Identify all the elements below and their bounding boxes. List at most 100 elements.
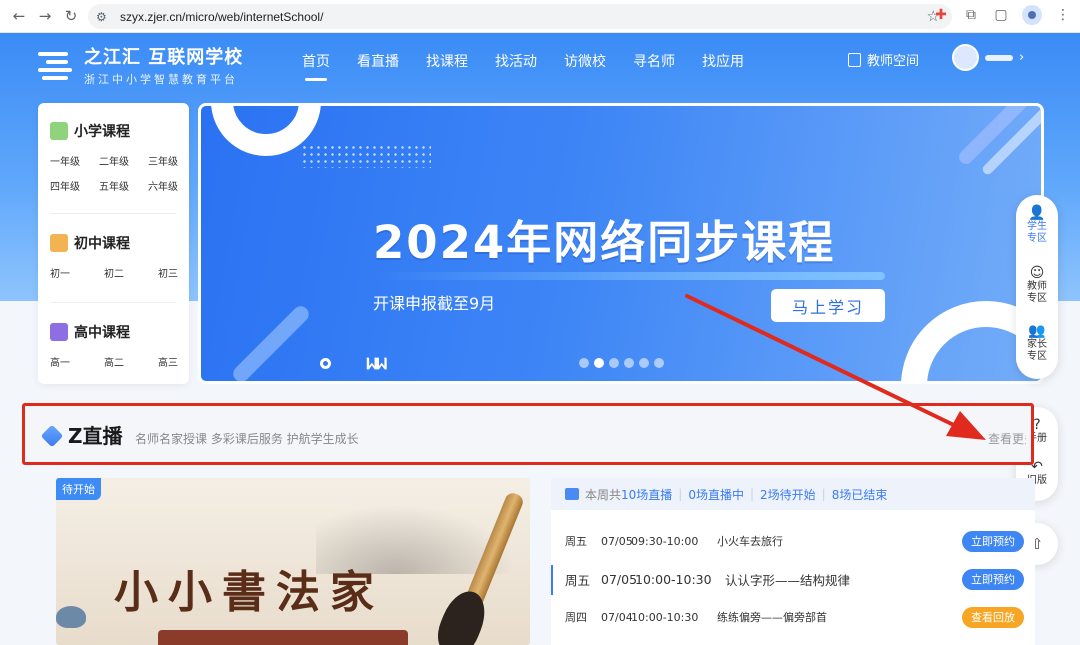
grade-link[interactable]: 高三 xyxy=(135,354,178,369)
schedule-row[interactable]: 周四 07/04 10:00-10:30 练练偏旁——偏旁部首 查看回放 xyxy=(551,599,1035,635)
user-name-masked xyxy=(985,54,1013,61)
course-title: 小小書法家 xyxy=(114,567,384,618)
reload-icon[interactable]: ↻ xyxy=(58,3,84,29)
row-title: 认认字形——结构规律 xyxy=(725,572,851,588)
live-schedule: 本周共10场直播 | 0场直播中 | 2场待开始 | 8场已结束 周五 07/0… xyxy=(551,478,1035,645)
forward-icon[interactable]: → xyxy=(32,3,58,29)
teacher-space-icon xyxy=(848,52,861,67)
learn-now-button[interactable]: 马上学习 xyxy=(771,289,885,322)
schedule-row-current[interactable]: 周五 07/05 10:00-10:30 认认字形——结构规律 立即预约 xyxy=(551,561,1035,597)
main-nav: 首页 看直播 找课程 找活动 访微校 寻名师 找应用 xyxy=(302,51,744,81)
decor-circle xyxy=(320,358,331,369)
live-summary-icon xyxy=(565,488,579,500)
bird-illustration xyxy=(56,606,86,628)
puzzle-icon[interactable]: ⧉ xyxy=(962,6,980,24)
teacher-zone-label: 教师专区 xyxy=(1027,281,1047,304)
row-time: 10:00-10:30 xyxy=(631,610,699,624)
grade-link[interactable]: 二年级 xyxy=(93,153,136,168)
user-menu[interactable]: › xyxy=(952,44,1024,71)
carousel-dot[interactable] xyxy=(624,358,634,368)
address-bar[interactable]: ⚙ szyx.zjer.cn/micro/web/internetSchool/… xyxy=(88,4,952,29)
page: 之江汇 互联网学校 浙江中小学智慧教育平台 首页 看直播 找课程 找活动 访微校… xyxy=(0,33,1080,645)
teacher-zone[interactable]: ☺ 教师专区 xyxy=(1016,265,1058,305)
summary-total: 10场直播 xyxy=(621,487,673,502)
summary-live: 0场直播中 xyxy=(688,487,744,502)
nav-courses[interactable]: 找课程 xyxy=(426,51,468,81)
teacher-space-label: 教师空间 xyxy=(867,54,920,69)
zlive-diamond-icon xyxy=(40,424,64,448)
row-date: 07/04 xyxy=(601,610,633,624)
zlive-title[interactable]: Z直播 xyxy=(68,420,123,449)
category-title[interactable]: 初中课程 xyxy=(74,233,130,253)
grade-link[interactable]: 六年级 xyxy=(135,178,178,193)
replay-button[interactable]: 查看回放 xyxy=(962,606,1024,628)
divider xyxy=(50,213,176,214)
chevron-right-icon: › xyxy=(1019,50,1025,65)
row-day: 周四 xyxy=(565,611,587,624)
grade-link[interactable]: 一年级 xyxy=(50,153,93,168)
category-card: 小学课程 一年级 二年级 三年级 四年级 五年级 六年级 初中课程 初一 初二 … xyxy=(38,103,189,384)
decor-bar xyxy=(229,302,313,381)
course-footer-bar xyxy=(158,630,408,645)
divider xyxy=(50,302,176,303)
nav-activities[interactable]: 找活动 xyxy=(495,51,537,81)
senior-book-icon xyxy=(50,323,68,341)
schedule-summary: 本周共10场直播 | 0场直播中 | 2场待开始 | 8场已结束 xyxy=(551,478,1035,510)
reserve-button[interactable]: 立即预约 xyxy=(962,568,1024,590)
profile-icon[interactable] xyxy=(1022,5,1042,25)
browser-toolbar: ← → ↻ ⚙ szyx.zjer.cn/micro/web/internetS… xyxy=(0,0,1080,33)
hero-banner[interactable]: 2024年网络同步课程 开课申报截至9月 马上学习 ᥕᥕ xyxy=(198,103,1044,384)
avatar[interactable] xyxy=(952,44,979,71)
banner-underline xyxy=(373,272,885,280)
carousel-dot[interactable] xyxy=(609,358,619,368)
row-day: 周五 xyxy=(565,572,591,588)
logo-mark-icon xyxy=(38,48,76,82)
course-card[interactable]: 小小書法家 待开始 xyxy=(56,478,530,645)
role-switch-bar: 👤 学生专区 ☺ 教师专区 👥 家长专区 xyxy=(1016,195,1058,379)
decor-dots xyxy=(301,144,431,168)
junior-book-icon xyxy=(50,234,68,252)
carousel-dot[interactable] xyxy=(639,358,649,368)
category-title[interactable]: 高中课程 xyxy=(74,322,130,342)
student-zone[interactable]: 👤 学生专区 xyxy=(1016,206,1058,245)
back-icon[interactable]: ← xyxy=(6,3,32,29)
side-panel-icon[interactable]: ▢ xyxy=(992,6,1010,24)
grade-link[interactable]: 三年级 xyxy=(135,153,178,168)
teacher-icon: ☺ xyxy=(1029,265,1045,281)
url-text[interactable]: szyx.zjer.cn/micro/web/internetSchool/ xyxy=(120,10,323,24)
carousel-dot[interactable] xyxy=(654,358,664,368)
row-date: 07/05 xyxy=(601,571,638,587)
nav-home[interactable]: 首页 xyxy=(302,51,330,81)
schedule-row[interactable]: 周五 07/05 09:30-10:00 小火车去旅行 立即预约 xyxy=(551,523,1035,559)
nav-apps[interactable]: 找应用 xyxy=(702,51,744,81)
site-logo[interactable]: 之江汇 互联网学校 浙江中小学智慧教育平台 xyxy=(38,43,243,87)
row-title: 小火车去旅行 xyxy=(717,535,783,548)
grade-link[interactable]: 初三 xyxy=(135,265,178,280)
view-more-link[interactable]: 查看更多 xyxy=(988,430,1026,447)
carousel-dot[interactable] xyxy=(579,358,589,368)
summary-prefix: 本周共 xyxy=(585,487,622,502)
parent-icon: 👥 xyxy=(1028,323,1046,339)
grade-link[interactable]: 初一 xyxy=(50,265,93,280)
grade-link[interactable]: 高二 xyxy=(93,354,136,369)
carousel-dot-active[interactable] xyxy=(594,358,604,368)
nav-live[interactable]: 看直播 xyxy=(357,51,399,81)
grade-link[interactable]: 四年级 xyxy=(50,178,93,193)
row-title: 练练偏旁——偏旁部首 xyxy=(717,611,827,624)
teacher-space-link[interactable]: 教师空间 xyxy=(848,50,919,69)
row-day: 周五 xyxy=(565,535,587,548)
logo-subtitle: 浙江中小学智慧教育平台 xyxy=(84,73,238,86)
grade-link[interactable]: 初二 xyxy=(93,265,136,280)
manual-icon: ? xyxy=(1033,417,1041,433)
nav-microschool[interactable]: 访微校 xyxy=(564,51,606,81)
grade-link[interactable]: 高一 xyxy=(50,354,93,369)
category-title[interactable]: 小学课程 xyxy=(74,121,130,141)
extension-icon[interactable]: ✚ xyxy=(932,6,950,24)
parent-zone[interactable]: 👥 家长专区 xyxy=(1016,323,1058,363)
nav-teachers[interactable]: 寻名师 xyxy=(633,51,675,81)
site-settings-icon[interactable]: ⚙ xyxy=(96,10,112,24)
reserve-button[interactable]: 立即预约 xyxy=(962,530,1024,552)
banner-title: 2024年网络同步课程 xyxy=(373,216,836,269)
grade-link[interactable]: 五年级 xyxy=(93,178,136,193)
menu-icon[interactable]: ⋮ xyxy=(1054,6,1072,24)
